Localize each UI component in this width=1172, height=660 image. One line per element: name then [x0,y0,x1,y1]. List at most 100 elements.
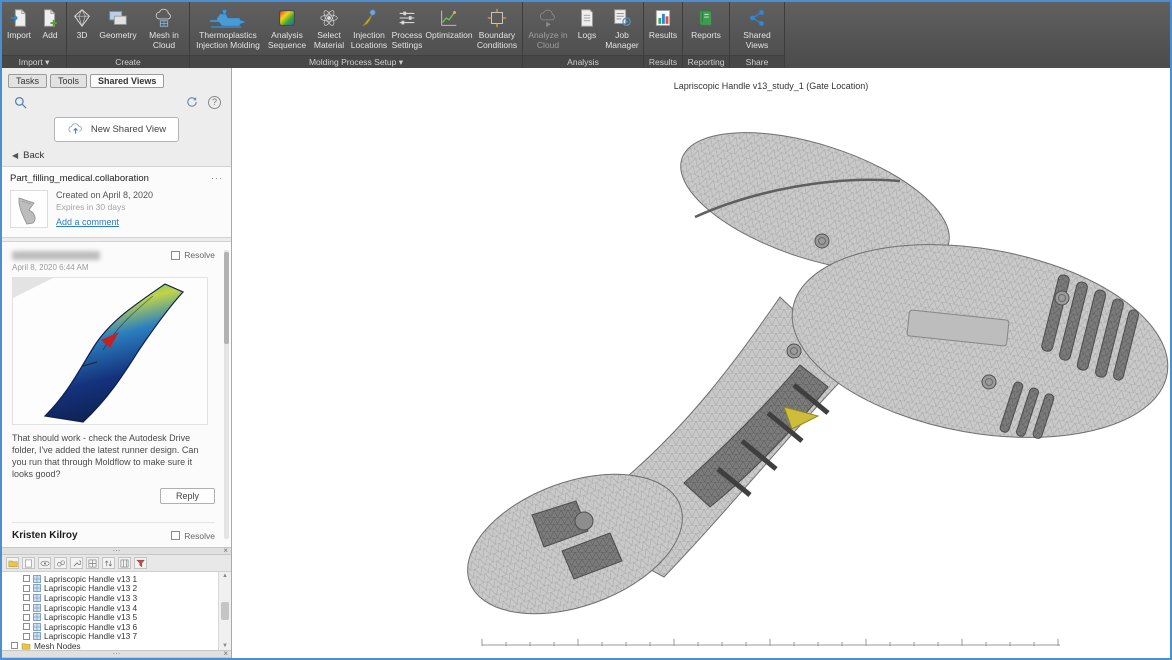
close-pane-icon[interactable]: × [223,651,228,657]
tree-item-checkbox[interactable] [23,585,30,592]
ribbon-item-import[interactable]: Import [3,3,35,55]
comment-date: April 8, 2020 6:44 AM [12,263,215,272]
shared-views-icon [746,5,768,31]
scrollbar-thumb[interactable] [224,252,229,344]
expires-text: Expires in 30 days [56,202,153,212]
ribbon-item-select-material[interactable]: Select Material [309,3,349,55]
ribbon-group-share: Shared Views Share [730,2,785,68]
tab-tools[interactable]: Tools [50,74,87,88]
tree-item-checkbox[interactable] [23,604,30,611]
ribbon-item-boundary-conditions[interactable]: Boundary Conditions [473,3,521,55]
ribbon-item-3d[interactable]: 3D [68,3,96,55]
ribbon-item-analysis-sequence[interactable]: Analysis Sequence [265,3,309,55]
comment-image[interactable] [12,277,208,425]
tree-item-checkbox[interactable] [23,575,30,582]
link-icon[interactable] [54,557,67,569]
tree-item[interactable]: Mesh Nodes [6,641,215,650]
tree-item-checkbox[interactable] [23,623,30,630]
comment-thread: Resolve April 8, 2020 6:44 AM [2,241,231,547]
ribbon-item-analyze-in-cloud: Analyze in Cloud [524,3,572,55]
model-3d-view[interactable] [232,68,1170,658]
pane-splitter[interactable]: ⋯ × [2,650,231,658]
tree-item-checkbox[interactable] [11,642,18,649]
tab-shared-views[interactable]: Shared Views [90,74,164,88]
tree-toolbar [2,555,231,572]
shared-view-thumbnail[interactable] [10,190,48,228]
ribbon-item-label: Boundary Conditions [474,31,520,51]
ribbon-item-thermoplastics-injection-molding[interactable]: Thermoplastics Injection Molding [191,3,265,55]
ribbon-group-label-import[interactable]: Import ▾ [2,55,66,68]
reply-button[interactable]: Reply [160,488,215,504]
import-icon [8,5,30,31]
ribbon-item-label: Geometry [99,31,136,41]
ribbon-item-logs[interactable]: Logs [572,3,602,55]
tree-item[interactable]: Lapriscopic Handle v13 7 [6,632,215,642]
ribbon-item-add[interactable]: Add [35,3,65,55]
add-comment-link[interactable]: Add a comment [56,217,119,227]
analyze-in-cloud-icon [536,5,560,31]
ribbon-item-label: Add [42,31,57,41]
scale-ruler [482,639,1060,646]
help-icon[interactable]: ? [208,96,221,109]
job-manager-icon [611,5,633,31]
new-item-icon[interactable] [22,557,35,569]
new-shared-view-label: New Shared View [91,124,166,135]
boundary-conditions-icon [486,5,508,31]
ribbon-item-job-manager[interactable]: Job Manager [602,3,642,55]
tab-tasks[interactable]: Tasks [8,74,47,88]
eye-icon[interactable] [38,557,51,569]
analysis-sequence-icon [276,5,298,31]
ribbon-item-optimization[interactable]: Optimization [425,3,473,55]
folder-icon[interactable] [6,557,19,569]
ribbon-item-geometry[interactable]: Geometry [96,3,140,55]
logs-icon [576,5,598,31]
tree-item-checkbox[interactable] [23,614,30,621]
new-shared-view-button[interactable]: New Shared View [54,117,179,142]
ribbon-item-injection-locations[interactable]: Injection Locations [349,3,389,55]
search-icon[interactable] [12,94,28,110]
ribbon-group-results: Results Results [644,2,683,68]
grid-icon[interactable] [86,557,99,569]
ribbon-item-label: Injection Locations [350,31,388,51]
tree-item-checkbox[interactable] [23,594,30,601]
comment-body: That should work - check the Autodesk Dr… [12,432,215,481]
ribbon-item-label: 3D [77,31,88,41]
filter-icon[interactable] [134,557,147,569]
ribbon-item-label: Analysis Sequence [266,31,308,51]
ribbon-item-results[interactable]: Results [645,3,681,55]
tree-scrollbar[interactable]: ▲ ▼ [218,572,231,650]
cloud-upload-icon [67,121,85,138]
comment-author-redacted [12,251,100,260]
ribbon-item-label: Analyze in Cloud [525,31,571,51]
ribbon-item-process-settings[interactable]: Process Settings [389,3,425,55]
tree-item-label: Lapriscopic Handle v13 1 [44,574,137,584]
scroll-up-icon[interactable]: ▲ [222,573,228,579]
tree-item-label: Lapriscopic Handle v13 3 [44,593,137,603]
three-d-icon [71,5,93,31]
pane-splitter[interactable]: ⋯ × [2,547,231,555]
wrench-icon[interactable] [70,557,83,569]
columns-icon[interactable] [118,557,131,569]
ribbon-item-reports[interactable]: Reports [684,3,728,55]
sort-icon[interactable] [102,557,115,569]
ribbon-item-label: Process Settings [390,31,424,51]
ribbon-group-label-reporting: Reporting [683,55,729,68]
resolve-checkbox[interactable] [171,531,180,540]
ribbon-group-analysis: Analyze in Cloud Logs Job Manager Analys… [523,2,644,68]
scrollbar-thumb[interactable] [221,602,229,620]
more-options-icon[interactable]: ··· [211,173,223,183]
ribbon-group-label-molding-process-setup[interactable]: Molding Process Setup ▾ [190,55,522,68]
left-panel: Tasks Tools Shared Views ? New Shared Vi… [2,68,232,658]
close-pane-icon[interactable]: × [223,548,228,554]
resolve-checkbox[interactable] [171,251,180,260]
ribbon-item-shared-views[interactable]: Shared Views [731,3,783,55]
refresh-icon[interactable] [184,94,200,110]
ribbon-item-label: Reports [691,31,721,41]
back-button[interactable]: ◀ Back [2,147,231,165]
ribbon-item-mesh-in-cloud[interactable]: Mesh in Cloud [140,3,188,55]
created-date: Created on April 8, 2020 [56,190,153,200]
viewport-3d[interactable]: Lapriscopic Handle v13_study_1 (Gate Loc… [232,68,1170,658]
thermoplastics-injection-molding-icon [208,5,248,31]
shared-view-title: Part_filling_medical.collaboration [10,173,149,184]
comment-scrollbar[interactable] [224,250,229,539]
